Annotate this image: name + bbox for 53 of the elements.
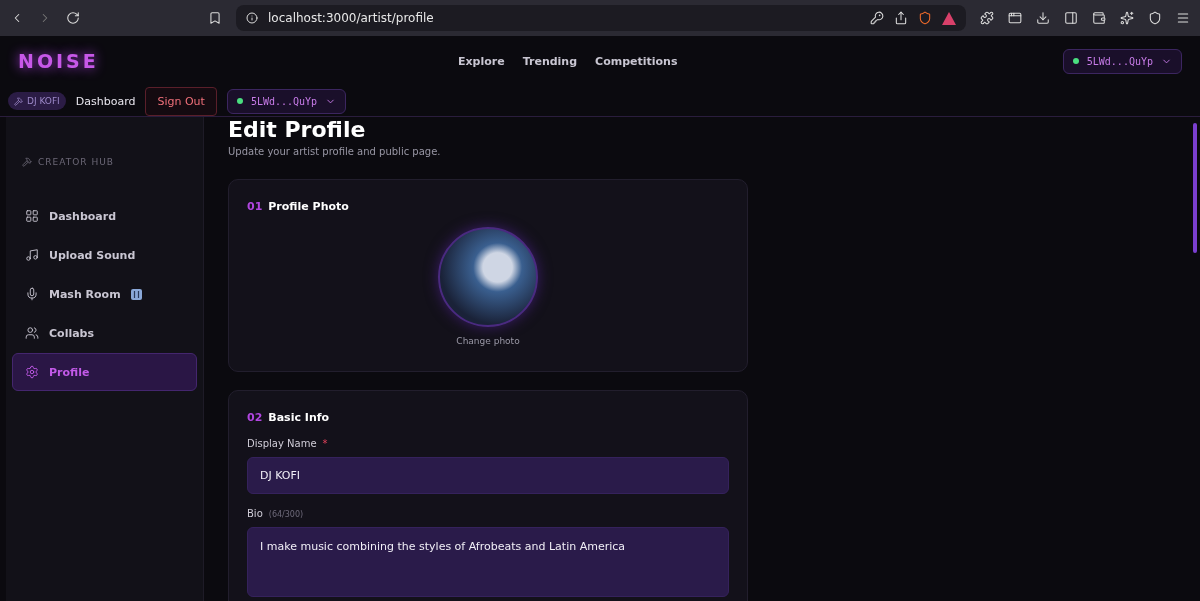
section-title: Basic Info xyxy=(268,411,330,424)
field-label: Display Name xyxy=(247,438,317,449)
wallet-button[interactable]: 5LWd...QuYp xyxy=(226,88,347,114)
bio-field[interactable]: I make music combining the styles of Afrobeats and Latin America xyxy=(247,527,729,597)
users-icon xyxy=(25,326,39,340)
nav-link[interactable]: Trending xyxy=(522,54,578,68)
sign-out-button[interactable]: Sign Out xyxy=(145,86,217,116)
wallet-icon[interactable] xyxy=(1092,11,1106,25)
user-name: DJ KOFI xyxy=(27,96,60,106)
key-icon[interactable] xyxy=(870,11,884,25)
sidebar-item[interactable]: Mash Room xyxy=(12,275,197,313)
page-subtitle: Update your artist profile and public page. xyxy=(228,146,442,157)
url-text: localhost:3000/artist/profile xyxy=(268,11,435,25)
required-mark: * xyxy=(322,438,328,449)
section-number: 02 xyxy=(247,411,263,424)
menu-icon[interactable] xyxy=(1176,11,1190,25)
hammer-icon xyxy=(14,96,23,106)
window-icon[interactable] xyxy=(1008,11,1022,25)
section-number: 01 xyxy=(247,200,263,213)
wallet-button[interactable]: 5LWd...QuYp xyxy=(1062,48,1182,74)
scrollbar[interactable] xyxy=(1193,123,1197,253)
music-note-icon xyxy=(25,248,39,262)
change-photo-button[interactable]: Change photo xyxy=(450,335,526,347)
field-label: Bio xyxy=(247,508,263,519)
settings-icon xyxy=(25,365,39,379)
photo-placeholder[interactable] xyxy=(438,227,538,327)
sidebar-item[interactable]: Collabs xyxy=(12,314,197,352)
address-bar[interactable]: localhost:3000/artist/profile xyxy=(236,5,966,31)
sidebar-item[interactable]: Upload Sound xyxy=(12,236,197,274)
page-title: Edit Profile xyxy=(228,117,367,142)
shield-icon[interactable] xyxy=(918,11,932,25)
triangle-icon[interactable] xyxy=(942,11,956,25)
info-icon xyxy=(246,12,258,24)
dashboard-link[interactable]: Dashboard xyxy=(75,94,136,108)
sparkles-icon[interactable] xyxy=(1120,11,1134,25)
sidebar-item[interactable]: Dashboard xyxy=(12,197,197,235)
section-title: Profile Photo xyxy=(268,200,349,213)
nav-link[interactable]: Competitions xyxy=(595,54,678,68)
download-icon[interactable] xyxy=(1036,11,1050,25)
logo[interactable]: NOISE xyxy=(8,50,458,72)
grid-icon xyxy=(25,209,39,223)
hammer-icon xyxy=(22,157,32,167)
input-field[interactable]: DJ KOFI xyxy=(247,457,729,494)
bookmark-icon[interactable] xyxy=(208,11,222,25)
character-count: (64/300) xyxy=(268,510,304,519)
share-icon[interactable] xyxy=(894,11,908,25)
sidebar-heading: CREATOR HUB xyxy=(38,157,114,167)
sidebar-item[interactable]: Profile xyxy=(12,353,197,391)
panel-icon[interactable] xyxy=(1064,11,1078,25)
puzzle-icon[interactable] xyxy=(980,11,994,25)
nav-link[interactable]: Explore xyxy=(458,54,505,68)
reload-icon[interactable] xyxy=(66,11,80,25)
microphone-icon xyxy=(25,287,39,301)
